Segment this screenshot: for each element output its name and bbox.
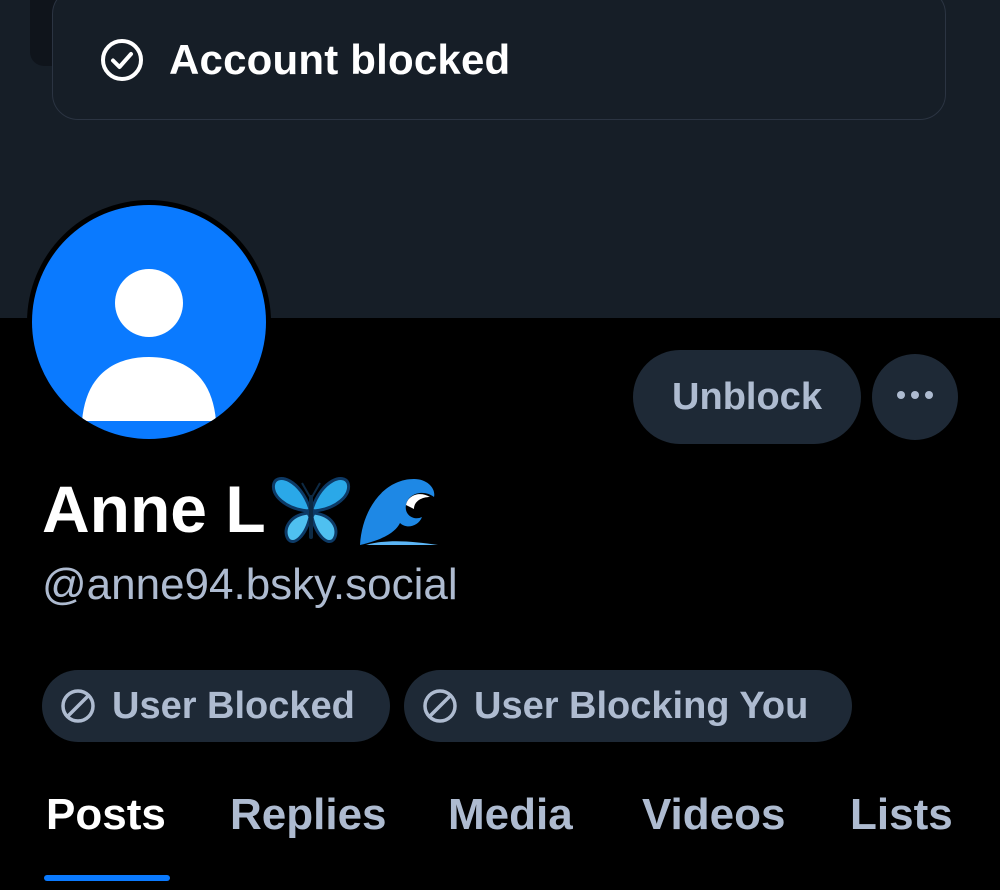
block-icon (420, 686, 460, 726)
display-name: Anne L (42, 466, 440, 552)
toast-notification: Account blocked (52, 0, 946, 120)
wave-emoji-icon (356, 469, 440, 549)
toast-text: Account blocked (169, 36, 511, 83)
user-blocking-you-label[interactable]: User Blocking You (404, 670, 852, 742)
check-circle-icon (99, 37, 145, 83)
user-blocking-you-text: User Blocking You (474, 684, 809, 727)
active-tab-indicator (44, 875, 170, 881)
tab-posts[interactable]: Posts (46, 790, 166, 840)
block-icon (58, 686, 98, 726)
tab-replies[interactable]: Replies (230, 790, 387, 840)
default-user-avatar-icon (32, 205, 266, 439)
tab-videos[interactable]: Videos (642, 790, 785, 840)
ellipsis-icon (895, 388, 935, 406)
user-handle: @anne94.bsky.social (42, 560, 458, 609)
avatar[interactable] (27, 200, 271, 444)
more-options-button[interactable] (872, 354, 958, 440)
tab-media[interactable]: Media (448, 790, 573, 840)
display-name-text: Anne L (42, 472, 266, 546)
user-blocked-text: User Blocked (112, 684, 355, 727)
tab-lists[interactable]: Lists (850, 790, 953, 840)
profile-tabs: Posts Replies Media Videos Lists (0, 770, 1000, 890)
butterfly-emoji-icon (270, 469, 352, 549)
user-blocked-label[interactable]: User Blocked (42, 670, 390, 742)
unblock-button[interactable]: Unblock (633, 350, 861, 444)
